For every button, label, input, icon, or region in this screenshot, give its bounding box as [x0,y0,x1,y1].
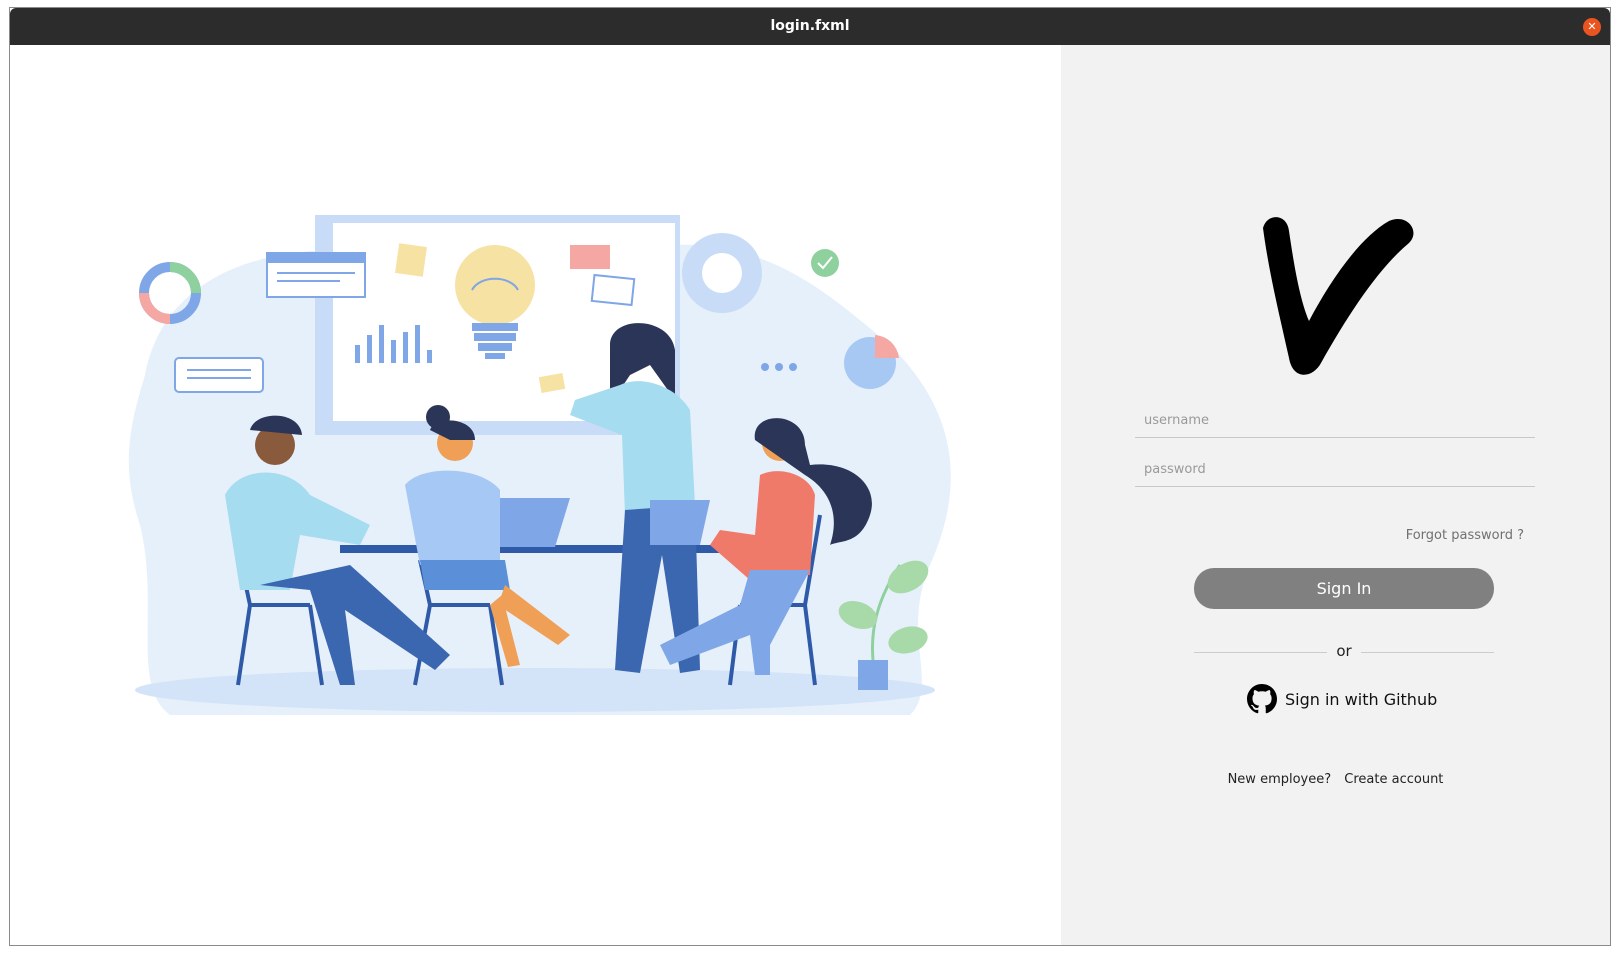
new-employee-label: New employee? [1227,772,1332,787]
close-button[interactable]: ✕ [1583,18,1601,36]
signup-row: New employee? Create account [1061,772,1610,787]
github-icon [1247,684,1277,714]
forgot-password-link[interactable]: Forgot password ? [1406,528,1524,543]
app-window: login.fxml ✕ username Forgot password ? … [9,7,1611,946]
username-field[interactable] [1135,404,1535,438]
create-account-link[interactable]: Create account [1344,772,1443,787]
illustration-panel [10,45,1061,945]
team-meeting-illustration [128,215,951,716]
login-panel: Forgot password ? Sign In or Sign in wit… [1061,45,1610,945]
window-title: login.fxml [770,18,850,34]
github-signin-label: Sign in with Github [1285,689,1438,709]
or-label: or [1327,642,1361,660]
sign-in-button[interactable]: Sign In [1194,568,1494,609]
title-bar: login.fxml ✕ [10,8,1610,45]
v-logo-icon [1263,217,1414,375]
github-signin-button[interactable]: Sign in with Github [1247,682,1437,716]
close-icon: ✕ [1587,20,1597,33]
password-field[interactable] [1135,453,1535,487]
